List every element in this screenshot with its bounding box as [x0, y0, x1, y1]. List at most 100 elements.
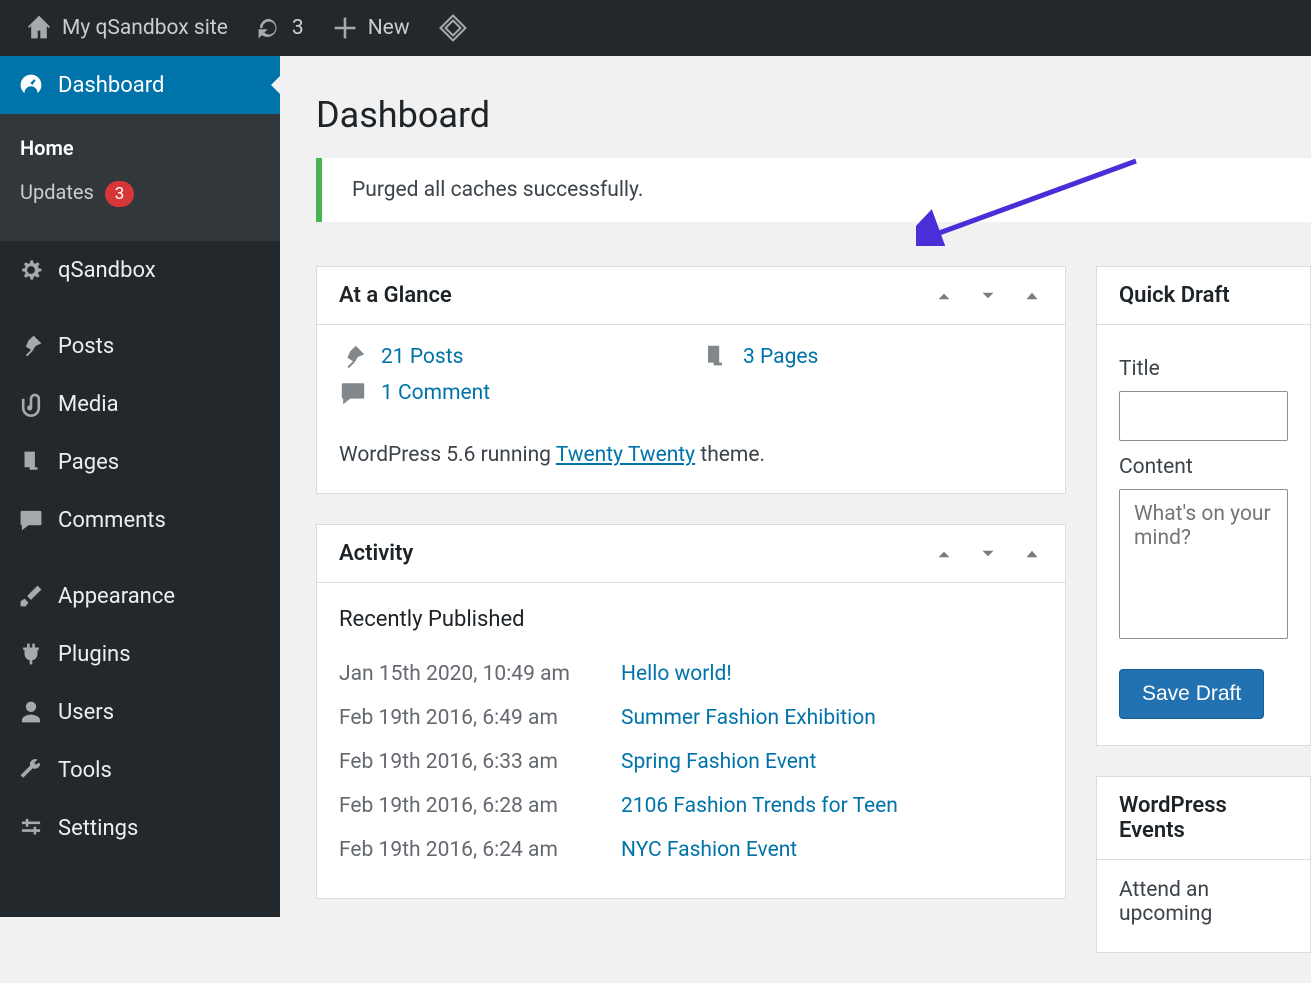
pin-icon [339, 343, 367, 371]
glance-posts: 21 Posts [339, 343, 681, 371]
gear-icon [18, 257, 44, 283]
sidebar-item-appearance[interactable]: Appearance [0, 567, 280, 625]
sidebar-label: qSandbox [58, 258, 156, 283]
activity-row: Feb 19th 2016, 6:49 am Summer Fashion Exh… [339, 696, 1043, 740]
sidebar-item-media[interactable]: Media [0, 375, 280, 433]
admin-bar-new[interactable]: New [318, 15, 424, 41]
sidebar-sub-home[interactable]: Home [0, 126, 280, 170]
widget-title: At a Glance [339, 283, 452, 308]
wrench-icon [18, 757, 44, 783]
save-draft-button[interactable]: Save Draft [1119, 669, 1264, 719]
activity-post-link[interactable]: Summer Fashion Exhibition [621, 706, 876, 730]
theme-link[interactable]: Twenty Twenty [556, 443, 695, 467]
activity-post-link[interactable]: Hello world! [621, 662, 732, 686]
glance-posts-link[interactable]: 21 Posts [381, 345, 463, 369]
widget-header: WordPress Events [1097, 777, 1310, 860]
chevron-down-icon [977, 285, 999, 307]
activity-row: Feb 19th 2016, 6:33 am Spring Fashion Eve… [339, 740, 1043, 784]
events-widget: WordPress Events Attend an upcoming [1096, 776, 1311, 953]
chevron-up-icon [933, 285, 955, 307]
draft-title-label: Title [1119, 357, 1288, 381]
sidebar-item-plugins[interactable]: Plugins [0, 625, 280, 683]
sidebar-item-settings[interactable]: Settings [0, 799, 280, 857]
events-text: Attend an upcoming [1119, 878, 1288, 926]
sidebar-item-users[interactable]: Users [0, 683, 280, 741]
activity-section-title: Recently Published [339, 607, 1043, 632]
diamond-icon [438, 13, 468, 43]
activity-date: Feb 19th 2016, 6:49 am [339, 706, 599, 730]
pin-icon [18, 333, 44, 359]
move-up-button[interactable] [933, 543, 955, 565]
sidebar-label: Dashboard [58, 73, 164, 98]
draft-content-label: Content [1119, 455, 1288, 479]
activity-post-link[interactable]: 2106 Fashion Trends for Teen [621, 794, 898, 818]
sidebar-label: Settings [58, 816, 138, 841]
updates-count: 3 [292, 16, 304, 40]
brush-icon [18, 583, 44, 609]
widget-title: WordPress Events [1119, 793, 1288, 843]
admin-bar: My qSandbox site 3 New [0, 0, 1311, 56]
sidebar-label: Media [58, 392, 119, 417]
media-icon [18, 391, 44, 417]
at-a-glance-widget: At a Glance 21 Posts [316, 266, 1066, 494]
widget-title: Activity [339, 541, 413, 566]
activity-row: Feb 19th 2016, 6:24 am NYC Fashion Event [339, 828, 1043, 872]
page-title: Dashboard [316, 94, 1311, 136]
triangle-up-icon [1021, 285, 1043, 307]
widget-header: At a Glance [317, 267, 1065, 325]
sidebar-item-qsandbox[interactable]: qSandbox [0, 241, 280, 299]
sidebar-item-dashboard[interactable]: Dashboard [0, 56, 280, 114]
admin-bar-updates[interactable]: 3 [242, 15, 318, 41]
sidebar-item-pages[interactable]: Pages [0, 433, 280, 491]
pages-icon [701, 343, 729, 371]
user-icon [18, 699, 44, 725]
sidebar-label: Plugins [58, 642, 131, 667]
toggle-button[interactable] [1021, 543, 1043, 565]
move-down-button[interactable] [977, 543, 999, 565]
main-content: Dashboard Purged all caches successfully… [280, 56, 1311, 917]
activity-post-link[interactable]: Spring Fashion Event [621, 750, 816, 774]
chevron-down-icon [977, 543, 999, 565]
toggle-button[interactable] [1021, 285, 1043, 307]
move-down-button[interactable] [977, 285, 999, 307]
activity-row: Jan 15th 2020, 10:49 amHello world! [339, 652, 1043, 696]
sidebar-label: Comments [58, 508, 166, 533]
quick-draft-widget: Quick Draft Title Content Save Draft [1096, 266, 1311, 746]
notice-text: Purged all caches successfully. [352, 178, 643, 202]
new-label: New [368, 16, 410, 40]
sidebar-label: Users [58, 700, 114, 725]
sidebar-label: Posts [58, 334, 114, 359]
chevron-up-icon [933, 543, 955, 565]
updates-badge: 3 [105, 181, 135, 207]
admin-sidebar: Dashboard Home Updates 3 qSandbox Posts … [0, 56, 280, 917]
sliders-icon [18, 815, 44, 841]
activity-date: Feb 19th 2016, 6:24 am [339, 838, 599, 862]
glance-comments-link[interactable]: 1 Comment [381, 381, 490, 405]
site-name: My qSandbox site [62, 16, 228, 40]
sidebar-sub-updates[interactable]: Updates 3 [0, 170, 280, 217]
draft-title-input[interactable] [1119, 391, 1288, 441]
draft-content-textarea[interactable] [1119, 489, 1288, 639]
sidebar-item-tools[interactable]: Tools [0, 741, 280, 799]
plus-icon [332, 15, 358, 41]
sidebar-item-comments[interactable]: Comments [0, 491, 280, 549]
widget-header: Quick Draft [1097, 267, 1310, 325]
plug-icon [18, 641, 44, 667]
glance-pages: 3 Pages [701, 343, 1043, 371]
admin-bar-diamond[interactable] [424, 13, 482, 43]
gauge-icon [18, 72, 44, 98]
triangle-up-icon [1021, 543, 1043, 565]
admin-bar-site[interactable]: My qSandbox site [12, 15, 242, 41]
widget-header: Activity [317, 525, 1065, 583]
sidebar-label: Pages [58, 450, 119, 475]
sidebar-item-posts[interactable]: Posts [0, 317, 280, 375]
move-up-button[interactable] [933, 285, 955, 307]
comment-icon [18, 507, 44, 533]
sidebar-label: Appearance [58, 584, 175, 609]
activity-post-link[interactable]: NYC Fashion Event [621, 838, 797, 862]
home-icon [26, 15, 52, 41]
activity-date: Feb 19th 2016, 6:33 am [339, 750, 599, 774]
dashboard-submenu: Home Updates 3 [0, 114, 280, 241]
glance-pages-link[interactable]: 3 Pages [743, 345, 818, 369]
activity-date: Feb 19th 2016, 6:28 am [339, 794, 599, 818]
